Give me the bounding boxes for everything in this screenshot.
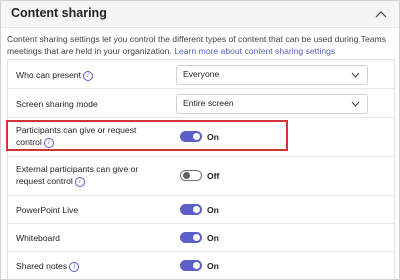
content-sharing-card: Content sharing Content sharing settings… xyxy=(0,0,400,280)
setting-label: Whiteboard xyxy=(16,233,60,243)
setting-row-external-control: External participants can give or reques… xyxy=(8,157,394,196)
screen-sharing-mode-dropdown[interactable]: Entire screen xyxy=(176,94,368,114)
setting-row-shared-notes: Shared notes i On xyxy=(8,252,394,279)
annotation-highlight-box xyxy=(6,120,288,151)
whiteboard-toggle[interactable] xyxy=(180,232,202,243)
info-icon[interactable]: i xyxy=(69,261,80,272)
toggle-state-label: On xyxy=(207,233,219,243)
toggle-state-label: On xyxy=(207,205,219,215)
setting-label: Who can present i xyxy=(16,69,93,81)
chevron-down-icon xyxy=(351,101,360,107)
chevron-up-icon[interactable] xyxy=(375,10,387,18)
toggle-state-label: Off xyxy=(207,171,220,181)
settings-panel: Who can present i Everyone Screen sharing… xyxy=(7,59,395,279)
toggle-knob xyxy=(193,234,200,241)
setting-row-who-can-present: Who can present i Everyone xyxy=(8,60,394,89)
shared-notes-toggle[interactable] xyxy=(180,260,202,271)
setting-row-powerpoint-live: PowerPoint Live On xyxy=(8,196,394,224)
setting-label: External participants can give or reques… xyxy=(16,164,139,187)
toggle-knob xyxy=(183,172,190,179)
toggle-knob xyxy=(193,262,200,269)
setting-label: Screen sharing mode xyxy=(16,99,98,109)
setting-label: PowerPoint Live xyxy=(16,205,79,215)
info-icon[interactable]: i xyxy=(82,70,93,81)
toggle-knob xyxy=(193,206,200,213)
external-control-toggle[interactable] xyxy=(180,170,202,181)
dropdown-value: Entire screen xyxy=(183,98,234,108)
setting-label: Shared notes i xyxy=(16,260,80,272)
info-icon[interactable]: i xyxy=(74,176,85,187)
toggle-state-label: On xyxy=(207,261,219,271)
who-can-present-dropdown[interactable]: Everyone xyxy=(176,65,368,85)
powerpoint-live-toggle[interactable] xyxy=(180,204,202,215)
setting-row-screen-sharing-mode: Screen sharing mode Entire screen xyxy=(8,89,394,118)
learn-more-link[interactable]: Learn more about content sharing setting… xyxy=(174,46,335,56)
dropdown-value: Everyone xyxy=(183,69,220,79)
setting-row-whiteboard: Whiteboard On xyxy=(8,224,394,252)
chevron-down-icon xyxy=(351,72,360,78)
section-title: Content sharing xyxy=(11,6,107,20)
section-description: Content sharing settings let you control… xyxy=(7,33,393,57)
section-header[interactable]: Content sharing xyxy=(1,1,399,28)
